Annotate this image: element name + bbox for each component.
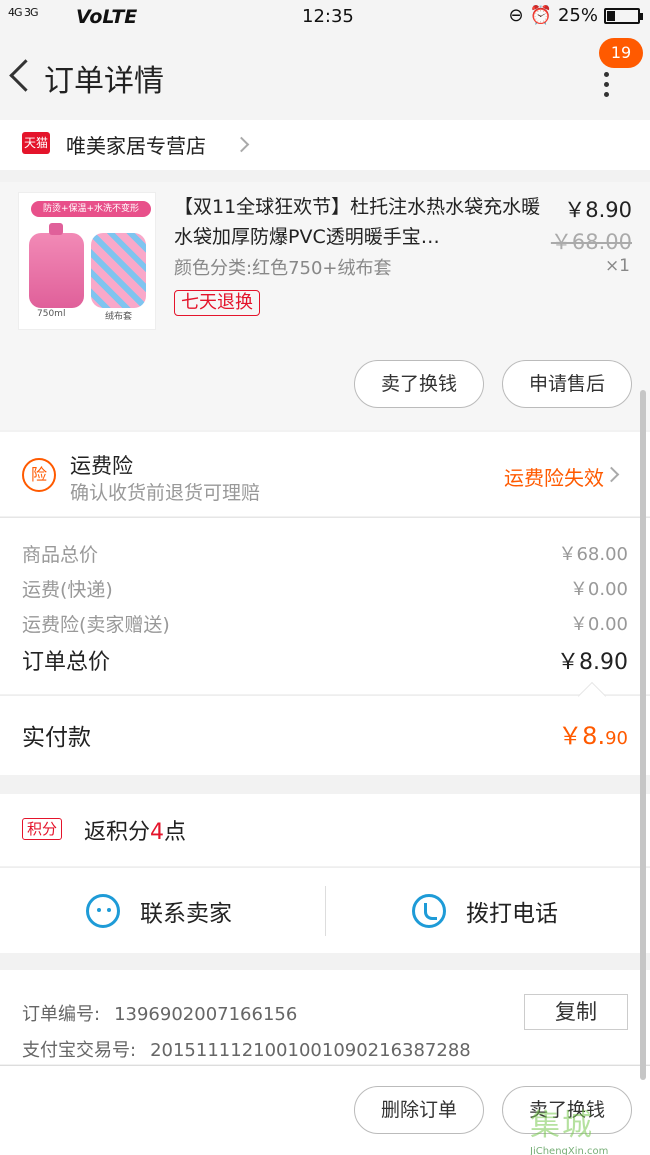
nav-bar: 订单详情 19	[0, 34, 650, 120]
more-menu-icon[interactable]	[598, 72, 614, 100]
battery-icon	[604, 7, 643, 24]
points-icon: 积分	[22, 818, 63, 840]
phone-icon	[412, 894, 446, 928]
call-button[interactable]: 拨打电话	[326, 868, 650, 954]
chat-icon	[86, 894, 120, 928]
signal-icon: 4G 3G	[8, 6, 39, 19]
hot-water-bag-cover	[91, 233, 146, 308]
insurance-icon: 险	[22, 458, 56, 492]
shipping-insurance-row[interactable]: 险 运费险 确认收货前退货可理赔 运费险失效	[0, 432, 650, 516]
copy-button[interactable]: 复制	[524, 994, 628, 1030]
insurance-fee-label: 运费险(卖家赠送)	[22, 614, 170, 636]
status-bar: 4G 3G VoLTE 12:35 ⊖ ⏰ 25%	[0, 0, 650, 34]
subtotal-label: 商品总价	[22, 544, 99, 566]
product-variant: 颜色分类:红色750+绒布套	[174, 258, 392, 279]
tmall-icon: 天猫	[22, 132, 50, 154]
insurance-title: 运费险	[70, 454, 133, 478]
contact-seller-label: 联系卖家	[140, 901, 232, 927]
insurance-subtitle: 确认收货前退货可理赔	[70, 482, 261, 504]
points-text: 返积分4点	[84, 820, 187, 845]
chevron-right-icon	[603, 466, 620, 483]
shipping-value: ￥0.00	[569, 579, 628, 600]
battery-percent: 25%	[557, 5, 598, 26]
return-policy-tag: 七天退换	[174, 290, 260, 316]
paid-amount-row: 实付款 ￥8.90	[0, 681, 650, 775]
product-item[interactable]: 防烫+保温+水洗不变形 750ml 绒布套 【双11全球狂欢节】杜托注水热水袋充…	[0, 182, 650, 430]
watermark-logo: 集城 JiChengXin.com	[530, 1108, 609, 1155]
original-price: ￥68.00	[550, 230, 632, 254]
paid-value: ￥8.90	[558, 722, 628, 750]
product-quantity: ×1	[604, 256, 630, 276]
product-image[interactable]: 防烫+保温+水洗不变形 750ml 绒布套	[18, 192, 156, 330]
product-price: ￥8.90	[564, 198, 632, 222]
battery-fill	[607, 10, 615, 21]
contact-row: 联系卖家 拨打电话	[0, 867, 650, 953]
order-total-value: ￥8.90	[557, 650, 628, 675]
store-row[interactable]: 天猫 唯美家居专营店	[0, 120, 650, 170]
order-number: 订单编号: 1396902007166156	[22, 1004, 298, 1025]
image-caption-left: 750ml	[37, 309, 66, 319]
clock: 12:35	[302, 6, 354, 27]
insurance-fee-value: ￥0.00	[569, 614, 628, 635]
alarm-icon: ⏰	[529, 5, 552, 26]
subtotal-value: ￥68.00	[558, 544, 628, 565]
back-arrow-icon[interactable]	[8, 56, 34, 96]
scrollbar[interactable]	[640, 390, 646, 1080]
call-label: 拨打电话	[466, 901, 558, 927]
hot-water-bag-pink	[29, 223, 84, 308]
store-name[interactable]: 唯美家居专营店	[66, 130, 206, 159]
paid-label: 实付款	[22, 725, 91, 751]
after-sale-button[interactable]: 申请售后	[502, 360, 632, 408]
image-caption-right: 绒布套	[105, 312, 133, 322]
points-row: 积分 返积分4点	[0, 794, 650, 866]
alipay-number: 支付宝交易号: 2015111121001001090216387288	[22, 1040, 471, 1061]
insurance-status[interactable]: 运费险失效	[504, 462, 604, 491]
price-breakdown: 商品总价 ￥68.00 运费(快递) ￥0.00 运费险(卖家赠送) ￥0.00…	[0, 517, 650, 694]
page-title: 订单详情	[44, 64, 164, 99]
network-label: VoLTE	[76, 6, 138, 28]
sell-button[interactable]: 卖了换钱	[354, 360, 484, 408]
notification-badge: 19	[599, 38, 643, 68]
product-title[interactable]: 【双11全球狂欢节】杜托注水热水袋充水暖水袋加厚防爆PVC透明暖手宝…	[174, 192, 542, 252]
image-banner: 防烫+保温+水洗不变形	[31, 201, 151, 217]
order-info: 订单编号: 1396902007166156 支付宝交易号: 20151111210…	[0, 970, 650, 1064]
chevron-right-icon	[233, 136, 250, 153]
lock-rotation-icon: ⊖	[508, 5, 524, 26]
shipping-label: 运费(快递)	[22, 579, 113, 601]
delete-order-button[interactable]: 删除订单	[354, 1086, 484, 1134]
contact-seller-button[interactable]: 联系卖家	[0, 868, 325, 954]
order-total-label: 订单总价	[22, 650, 111, 675]
